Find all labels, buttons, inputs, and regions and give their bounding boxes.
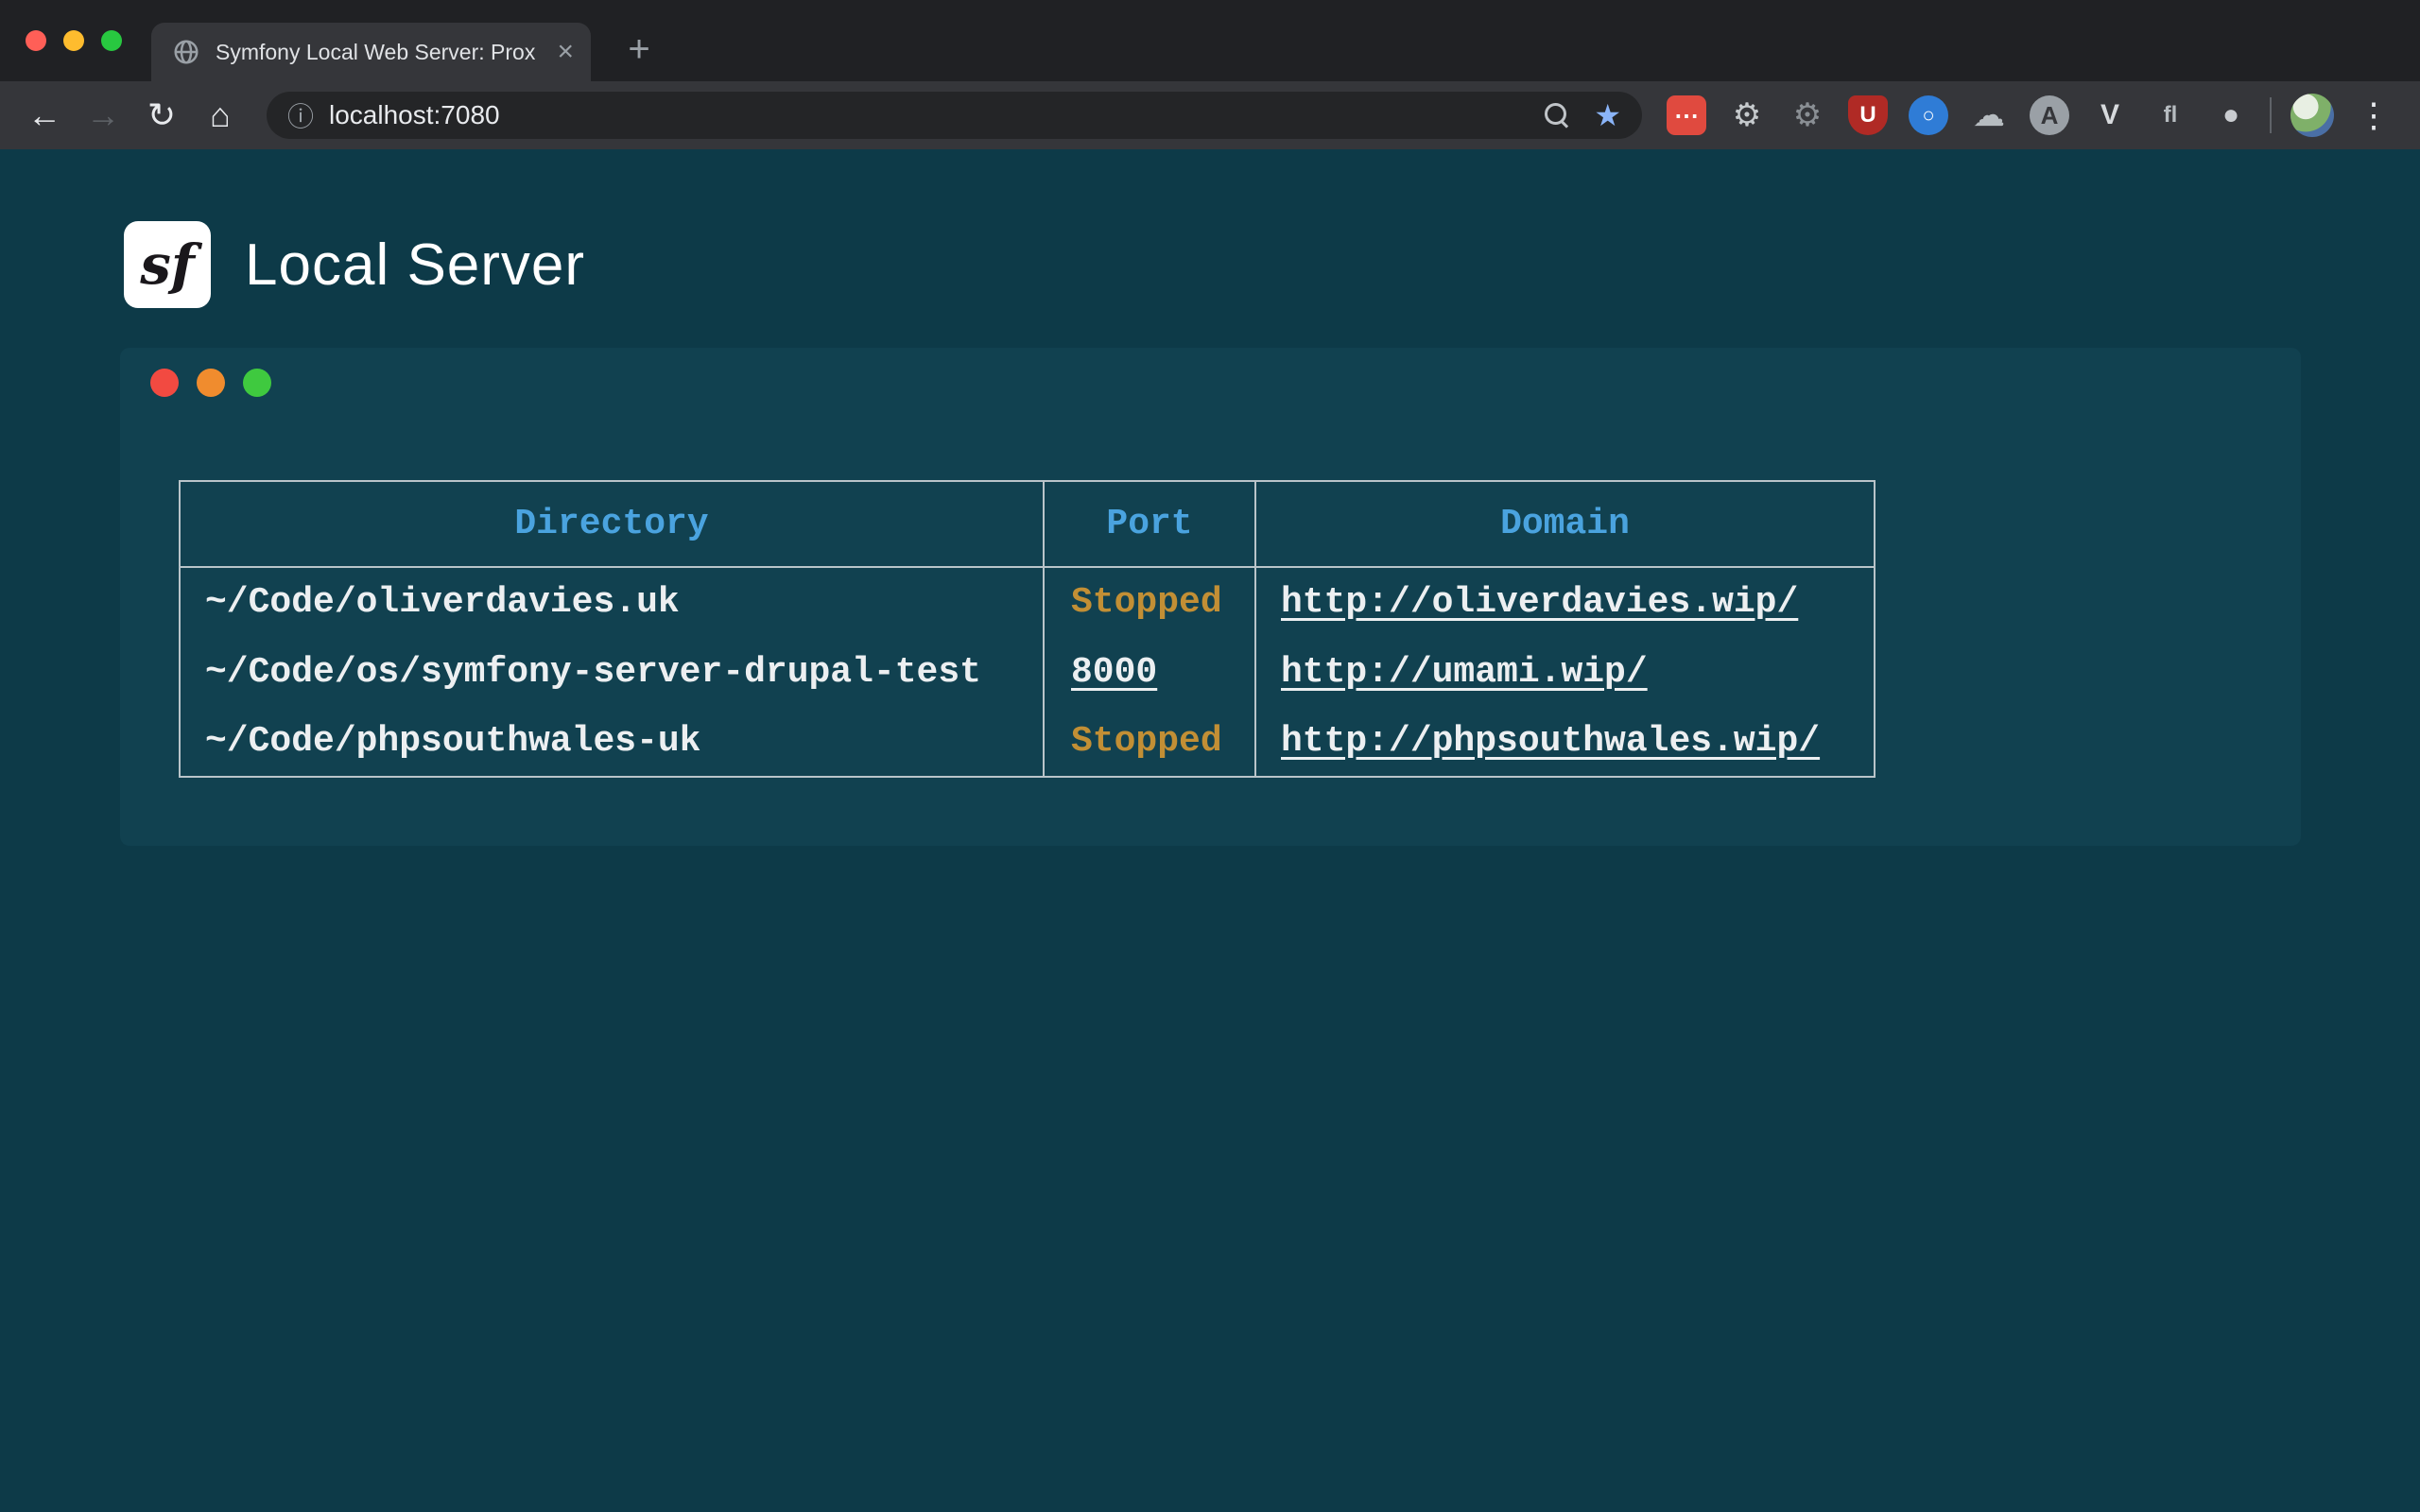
domain-link[interactable]: http://umami.wip/ [1281,652,1648,693]
domain-link[interactable]: http://oliverdavies.wip/ [1281,582,1798,623]
profile-avatar[interactable] [2290,94,2334,137]
table-row: ~/Code/phpsouthwales-uk Stopped http://p… [180,707,1875,777]
fl-extension-icon[interactable]: fl [2151,95,2190,135]
forward-icon[interactable]: → [74,86,132,145]
macos-traffic-lights [26,30,122,51]
gear-extension-icon[interactable]: ⚙ [1727,95,1767,135]
browser-tab[interactable]: Symfony Local Web Server: Prox × [151,23,591,81]
reload-icon[interactable]: ↻ [132,86,191,145]
ublock-extension-icon[interactable]: U [1848,95,1888,135]
directory-cell: ~/Code/oliverdavies.uk [180,567,1044,637]
site-info-icon[interactable]: ⓘ [287,96,314,134]
zoom-icon[interactable] [1545,103,1569,128]
red-dot-icon [150,369,179,397]
domain-cell: http://umami.wip/ [1255,637,1875,707]
close-window-button[interactable] [26,30,46,51]
cloud-extension-icon[interactable]: ☁ [1969,95,2009,135]
home-icon[interactable]: ⌂ [191,86,250,145]
port-cell: Stopped [1044,567,1255,637]
dark-gear-extension-icon[interactable]: ⚙ [1788,95,1827,135]
port-link[interactable]: 8000 [1071,652,1157,693]
a-extension-icon[interactable]: A [2030,95,2069,135]
red-dots-extension-icon[interactable]: ⋯ [1667,95,1706,135]
browser-menu-icon[interactable]: ⋮ [2351,93,2396,138]
terminal-window-dots [150,369,271,397]
tab-title: Symfony Local Web Server: Prox [216,40,549,65]
blue-circle-extension-icon[interactable]: ○ [1909,95,1948,135]
symfony-logo: sf [124,221,211,308]
extensions-row: ⋯ ⚙ ⚙ U ○ ☁ A V fl ● [1667,95,2251,135]
column-header-directory: Directory [180,481,1044,567]
directory-cell: ~/Code/os/symfony-server-drupal-test [180,637,1044,707]
minimize-window-button[interactable] [63,30,84,51]
orange-dot-icon [197,369,225,397]
brand-header: sf Local Server [124,221,585,308]
green-dot-icon [243,369,271,397]
globe-favicon-icon [172,38,200,66]
table-row: ~/Code/os/symfony-server-drupal-test 800… [180,637,1875,707]
port-cell: 8000 [1044,637,1255,707]
table-header-row: Directory Port Domain [180,481,1875,567]
v-extension-icon[interactable]: V [2090,95,2130,135]
domain-cell: http://phpsouthwales.wip/ [1255,707,1875,777]
bookmark-star-icon[interactable]: ★ [1594,97,1621,133]
browser-toolbar: ← → ↻ ⌂ ⓘ localhost:7080 ★ ⋯ ⚙ ⚙ U ○ ☁ A… [0,81,2420,149]
table-row: ~/Code/oliverdavies.uk Stopped http://ol… [180,567,1875,637]
port-cell: Stopped [1044,707,1255,777]
port-status: Stopped [1071,582,1222,623]
column-header-domain: Domain [1255,481,1875,567]
url-text[interactable]: localhost:7080 [329,100,1545,130]
symfony-local-server-page: sf Local Server Directory Port Domain ~/… [0,149,2420,1512]
back-icon[interactable]: ← [15,86,74,145]
column-header-port: Port [1044,481,1255,567]
page-title: Local Server [245,232,585,299]
terminal-panel: Directory Port Domain ~/Code/oliverdavie… [120,348,2301,846]
domain-link[interactable]: http://phpsouthwales.wip/ [1281,721,1820,762]
servers-table: Directory Port Domain ~/Code/oliverdavie… [179,480,1876,778]
toolbar-separator [2270,97,2272,133]
zoom-window-button[interactable] [101,30,122,51]
domain-cell: http://oliverdavies.wip/ [1255,567,1875,637]
port-status: Stopped [1071,721,1222,762]
octocat-extension-icon[interactable]: ● [2211,95,2251,135]
tab-close-icon[interactable]: × [557,38,574,66]
new-tab-button[interactable]: + [614,25,664,74]
browser-tab-strip: Symfony Local Web Server: Prox × + [0,0,2420,81]
address-bar[interactable]: ⓘ localhost:7080 ★ [267,92,1642,139]
directory-cell: ~/Code/phpsouthwales-uk [180,707,1044,777]
